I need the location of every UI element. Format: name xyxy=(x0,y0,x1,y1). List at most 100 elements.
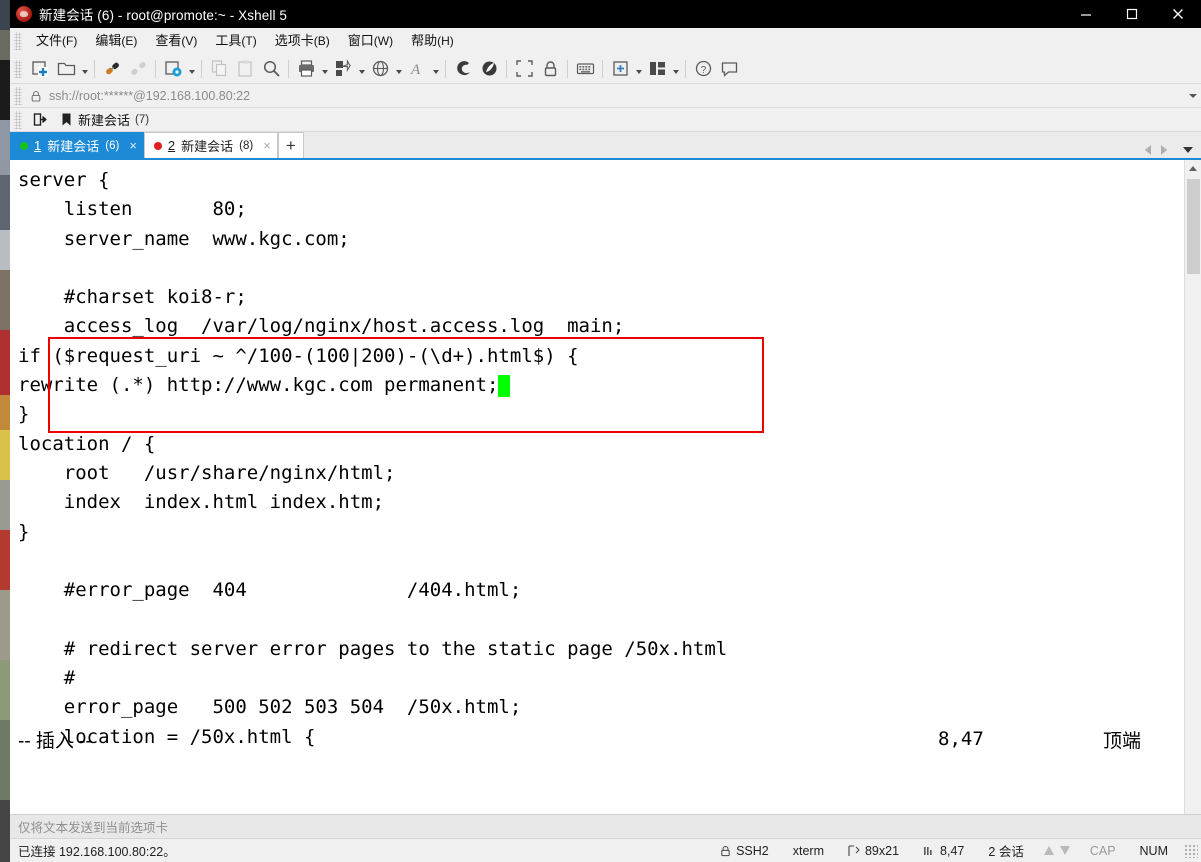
new-session-icon[interactable] xyxy=(27,57,53,81)
toolbar-separator xyxy=(155,59,156,78)
font-icon[interactable]: A xyxy=(404,57,430,81)
terminal-scrollbar[interactable] xyxy=(1184,160,1201,814)
tab-scroll-right-icon[interactable] xyxy=(1161,145,1167,155)
tab-navigation xyxy=(1145,145,1197,155)
maximize-button[interactable] xyxy=(1109,0,1155,28)
tab-session-1[interactable]: 1 新建会话 (6) × xyxy=(10,132,144,158)
paste-icon[interactable] xyxy=(232,57,258,81)
vim-mode-label: -- 插入 -- xyxy=(18,730,92,752)
status-terminal-type: xterm xyxy=(781,842,836,860)
font-dropdown-caret[interactable] xyxy=(430,57,441,81)
layout-icon[interactable] xyxy=(644,57,670,81)
bookmarkbar-drag-grip[interactable] xyxy=(14,110,22,129)
toolbar: A ? xyxy=(10,54,1201,84)
copy-icon[interactable] xyxy=(206,57,232,81)
session-properties-dropdown-caret[interactable] xyxy=(186,57,197,81)
scrollbar-thumb[interactable] xyxy=(1186,179,1200,274)
minimize-button[interactable] xyxy=(1063,0,1109,28)
session-properties-icon[interactable] xyxy=(160,57,186,81)
menu-tabs[interactable]: 选项卡(B) xyxy=(266,29,339,53)
connect-icon[interactable] xyxy=(99,57,125,81)
address-input[interactable]: ssh://root:******@192.168.100.80:22 xyxy=(29,84,1185,107)
status-num-lock: NUM xyxy=(1128,842,1180,860)
menu-tabs-label: 选项卡 xyxy=(274,33,314,48)
tab-session-2[interactable]: 2 新建会话 (8) × xyxy=(143,132,278,158)
status-indicators: SSH2 xterm 89x21 8,47 2 会话 CAP NUM xyxy=(708,842,1201,860)
new-tab-button[interactable]: + xyxy=(277,132,304,158)
print-icon[interactable] xyxy=(293,57,319,81)
transfer-dropdown-caret[interactable] xyxy=(356,57,367,81)
menu-file[interactable]: 文件(F) xyxy=(27,29,86,53)
menu-edit[interactable]: 编辑(E) xyxy=(86,29,146,53)
desktop-background-strip xyxy=(0,0,10,862)
fullscreen-icon[interactable] xyxy=(511,57,537,81)
address-bar: ssh://root:******@192.168.100.80:22 xyxy=(10,84,1201,108)
tab-status-dot-connected xyxy=(20,141,28,150)
close-button[interactable] xyxy=(1155,0,1201,28)
tab-1-label: 新建会话 xyxy=(47,139,100,154)
status-cursor-label: 8,47 xyxy=(940,843,965,858)
scroll-up-button[interactable] xyxy=(1184,160,1201,177)
xshell-logo-icon xyxy=(16,6,32,22)
bookmark-item-new-session[interactable]: 新建会话 (7) xyxy=(54,110,155,129)
terminal-cursor xyxy=(498,375,511,398)
status-terminal-size-label: 89x21 xyxy=(864,843,900,858)
tab-1-close-icon[interactable]: × xyxy=(129,138,137,153)
feedback-icon[interactable] xyxy=(716,57,742,81)
tab-1-count: (6) xyxy=(105,139,120,152)
toolbar-drag-grip[interactable] xyxy=(14,59,22,78)
tab-list-dropdown-icon[interactable] xyxy=(1183,147,1193,153)
window-resize-grip[interactable] xyxy=(1184,843,1198,858)
menubar-drag-grip[interactable] xyxy=(14,32,22,50)
disconnect-icon[interactable] xyxy=(125,57,151,81)
browser-icon[interactable] xyxy=(367,57,393,81)
menu-file-mnemonic: (F) xyxy=(62,34,78,48)
status-num-label: NUM xyxy=(1139,843,1168,858)
tab-2-label: 新建会话 xyxy=(181,139,234,154)
status-transfer-arrows xyxy=(1036,846,1078,855)
terminal-area: server { listen 80; server_name www.kgc.… xyxy=(10,160,1201,814)
address-dropdown-caret[interactable] xyxy=(1185,85,1201,107)
status-bar: 已连接 192.168.100.80:22。 SSH2 xterm 89x21 … xyxy=(10,838,1201,862)
help-icon[interactable]: ? xyxy=(690,57,716,81)
open-session-icon xyxy=(33,113,47,126)
open-session-button[interactable] xyxy=(27,112,54,127)
tab-2-count: (8) xyxy=(239,139,254,152)
open-folder-dropdown-caret[interactable] xyxy=(79,57,90,81)
tab-status-dot-disconnected xyxy=(153,141,162,150)
print-dropdown-caret[interactable] xyxy=(319,57,330,81)
download-arrow-icon xyxy=(1059,846,1070,855)
bookmark-count: (7) xyxy=(135,113,150,126)
layout-dropdown-caret[interactable] xyxy=(670,57,681,81)
browser-dropdown-caret[interactable] xyxy=(393,57,404,81)
tab-2-close-icon[interactable]: × xyxy=(263,138,271,153)
tab-scroll-left-icon[interactable] xyxy=(1145,145,1151,155)
status-cursor-position: 8,47 xyxy=(911,842,976,860)
upload-arrow-icon xyxy=(1043,846,1054,855)
menu-view[interactable]: 查看(V) xyxy=(146,29,206,53)
menu-view-mnemonic: (V) xyxy=(181,34,198,48)
open-folder-icon[interactable] xyxy=(53,57,79,81)
menu-tools-mnemonic: (T) xyxy=(241,34,257,48)
transfer-icon[interactable] xyxy=(330,57,356,81)
menu-tools[interactable]: 工具(T) xyxy=(206,29,265,53)
xftp-icon[interactable] xyxy=(476,57,502,81)
menu-help[interactable]: 帮助(H) xyxy=(402,29,463,53)
menu-window-label: 窗口 xyxy=(347,33,374,48)
tab-1-number: 1 xyxy=(34,138,42,153)
command-input-placeholder: 仅将文本发送到当前选项卡 xyxy=(18,821,169,835)
terminal-screen[interactable]: server { listen 80; server_name www.kgc.… xyxy=(10,160,1184,814)
menu-window[interactable]: 窗口(W) xyxy=(339,29,402,53)
addressbar-drag-grip[interactable] xyxy=(14,86,22,105)
scroll-up-icon xyxy=(1189,166,1197,171)
toolbar-separator xyxy=(94,59,95,78)
add-pane-dropdown-caret[interactable] xyxy=(633,57,644,81)
vim-scroll-position: 顶端 xyxy=(1103,730,1142,752)
keyboard-icon[interactable] xyxy=(572,57,598,81)
find-icon[interactable] xyxy=(258,57,284,81)
status-session-count-label: 2 会话 xyxy=(988,845,1024,859)
xshell-icon[interactable] xyxy=(450,57,476,81)
add-pane-icon[interactable] xyxy=(607,57,633,81)
command-input-bar[interactable]: 仅将文本发送到当前选项卡 xyxy=(10,814,1201,838)
lock-icon[interactable] xyxy=(537,57,563,81)
